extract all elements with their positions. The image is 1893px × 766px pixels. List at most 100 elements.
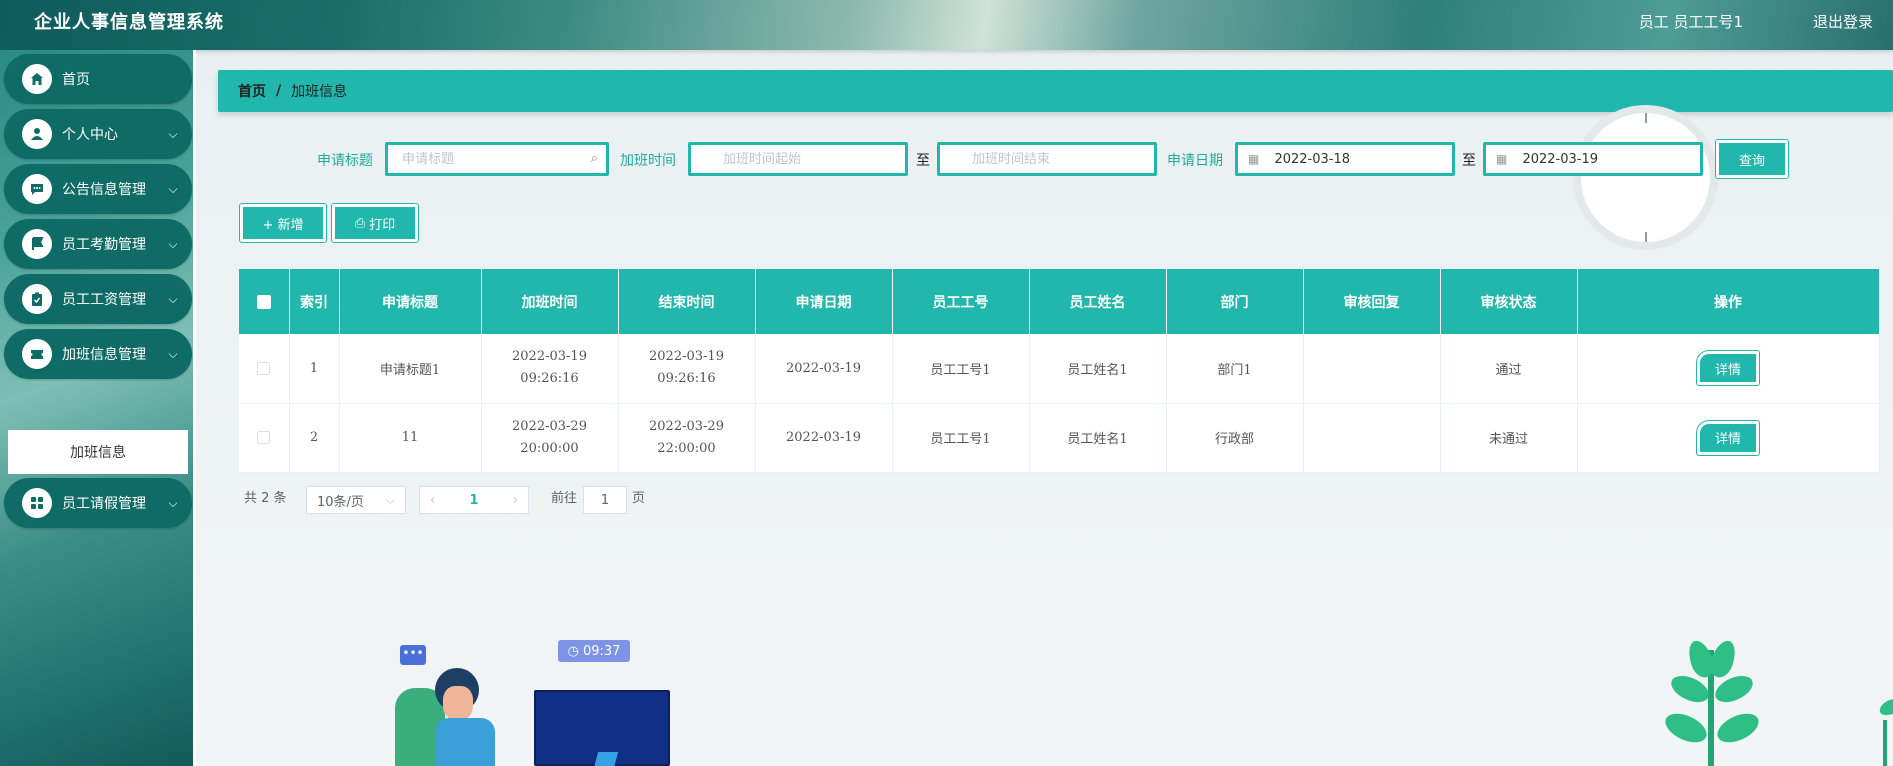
cell-overtime-start: 2022-03-19 09:26:16 (481, 334, 619, 404)
breadcrumb-separator: / (276, 83, 282, 99)
overtime-table: 索引 申请标题 加班时间 结束时间 申请日期 员工工号 员工姓名 部门 审核回复… (239, 269, 1880, 473)
chevron-down-icon: ⌵ (168, 181, 178, 196)
chevron-down-icon: ⌵ (168, 495, 178, 510)
top-header: 企业人事信息管理系统 员工 员工工号1 退出登录 (0, 0, 1893, 50)
row-checkbox[interactable] (257, 361, 271, 375)
column-header: 部门 (1166, 269, 1304, 334)
app-title: 企业人事信息管理系统 (34, 12, 224, 33)
sidebar-item-overtime[interactable]: 加班信息管理 ⌵ (4, 329, 192, 379)
page-suffix: 页 (632, 491, 646, 506)
breadcrumb-home[interactable]: 首页 (238, 81, 266, 101)
overtime-end-field[interactable] (937, 142, 1157, 176)
sidebar-item-notice[interactable]: 公告信息管理 ⌵ (4, 164, 192, 214)
table-row: 2 11 2022-03-29 20:00:00 2022-03-29 22:0… (239, 403, 1880, 473)
sidebar-item-label: 员工考勤管理 (62, 237, 146, 253)
select-all-cell[interactable] (239, 269, 290, 334)
current-page[interactable]: 1 (469, 493, 478, 508)
date-filter-label: 申请日期 (1167, 153, 1223, 169)
chevron-down-icon: ⌵ (168, 291, 178, 306)
illustration-monitor (534, 690, 670, 766)
column-header: 申请日期 (755, 269, 893, 334)
search-icon: ⌕ (590, 151, 598, 166)
column-header: 操作 (1577, 269, 1880, 334)
goto-page-value: 1 (600, 492, 610, 508)
row-checkbox[interactable] (257, 431, 271, 444)
overtime-filter-label: 加班时间 (620, 153, 676, 169)
cell-apply-date: 2022-03-19 (755, 403, 893, 473)
user-icon (22, 119, 52, 149)
date-end-input[interactable] (1508, 145, 1700, 173)
query-button-label: 查询 (1738, 153, 1765, 169)
cell-title: 11 (339, 403, 482, 473)
current-user: 员工 员工工号1 (1638, 13, 1743, 31)
sidebar-item-attendance[interactable]: 员工考勤管理 ⌵ (4, 219, 192, 269)
select-all-checkbox[interactable] (256, 294, 271, 309)
sidebar-item-label: 个人中心 (62, 127, 118, 143)
chevron-down-icon: ⌵ (385, 492, 395, 508)
cell-review-reply (1303, 403, 1441, 473)
column-header: 申请标题 (339, 269, 482, 334)
detail-button[interactable]: 详情 (1696, 350, 1760, 387)
title-filter-input[interactable]: ⌕ (385, 142, 609, 176)
add-button-label: + 新增 (262, 217, 304, 233)
illustration-plant (1650, 637, 1770, 766)
title-filter-label: 申请标题 (317, 153, 373, 169)
next-page-icon[interactable]: › (513, 493, 518, 508)
cell-review-status: 通过 (1440, 334, 1578, 404)
sidebar-item-leave[interactable]: 员工请假管理 ⌵ (4, 478, 192, 528)
sidebar-item-label: 首页 (62, 72, 90, 88)
goto-page-input[interactable]: 1 (583, 486, 627, 514)
cell-overtime-end: 2022-03-19 09:26:16 (618, 334, 756, 404)
print-button[interactable]: ⎙ 打印 (331, 203, 419, 243)
cell-overtime-end: 2022-03-29 22:00:00 (618, 403, 756, 473)
print-button-label: 打印 (369, 217, 396, 233)
add-button[interactable]: + 新增 (239, 203, 327, 243)
illustration-plant-edge (1865, 695, 1893, 766)
logout-link[interactable]: 退出登录 (1813, 11, 1873, 32)
cell-department: 行政部 (1166, 403, 1304, 473)
cell-department: 部门1 (1166, 334, 1304, 404)
overtime-end-input[interactable] (940, 145, 1154, 173)
range-separator: 至 (916, 153, 930, 169)
sidebar-item-personal-center[interactable]: 个人中心 ⌵ (4, 109, 192, 159)
detail-button[interactable]: 详情 (1696, 419, 1760, 456)
ticket-icon (22, 339, 52, 369)
grid-icon (22, 488, 52, 518)
clipboard-icon (22, 284, 52, 314)
clock-icon: ◷ (567, 643, 579, 659)
table-row: 1 申请标题1 2022-03-19 09:26:16 2022-03-19 0… (239, 334, 1880, 404)
cell-employee-name: 员工姓名1 (1029, 334, 1167, 404)
page-size-select[interactable]: 10条/页 ⌵ (306, 486, 406, 514)
cell-employee-name: 员工姓名1 (1029, 403, 1167, 473)
column-header: 审核回复 (1303, 269, 1441, 334)
sidebar-subitem-overtime-info[interactable]: 加班信息 (8, 430, 188, 474)
cell-review-status: 未通过 (1440, 403, 1578, 473)
chat-icon (22, 174, 52, 204)
page-size-value: 10条/页 (317, 494, 364, 510)
illustration-time: 09:37 (582, 643, 621, 659)
date-end-field[interactable]: ▦ (1483, 142, 1703, 176)
prev-page-icon[interactable]: ‹ (430, 493, 435, 508)
overtime-start-field[interactable] (688, 142, 908, 176)
column-header: 结束时间 (618, 269, 756, 334)
overtime-start-input[interactable] (691, 145, 905, 173)
date-start-input[interactable] (1260, 145, 1452, 173)
column-header: 索引 (289, 269, 340, 334)
chevron-down-icon: ⌵ (168, 126, 178, 141)
cell-title: 申请标题1 (339, 334, 482, 404)
sidebar-item-label: 员工请假管理 (62, 496, 146, 512)
printer-icon: ⎙ (354, 215, 366, 231)
breadcrumb-current: 加班信息 (291, 84, 348, 100)
sidebar-item-label: 公告信息管理 (62, 182, 146, 198)
chat-bubble-icon: ••• (400, 645, 426, 665)
illustration-person (395, 668, 505, 766)
sidebar-item-salary[interactable]: 员工工资管理 ⌵ (4, 274, 192, 324)
date-start-field[interactable]: ▦ (1235, 142, 1455, 176)
sidebar-item-home[interactable]: 首页 (4, 54, 192, 104)
chevron-down-icon: ⌵ (168, 236, 178, 251)
home-icon (22, 64, 52, 94)
cell-apply-date: 2022-03-19 (755, 334, 893, 404)
title-search-input[interactable] (388, 145, 606, 173)
pager: ‹ 1 › (419, 486, 529, 514)
query-button[interactable]: 查询 (1715, 139, 1789, 179)
